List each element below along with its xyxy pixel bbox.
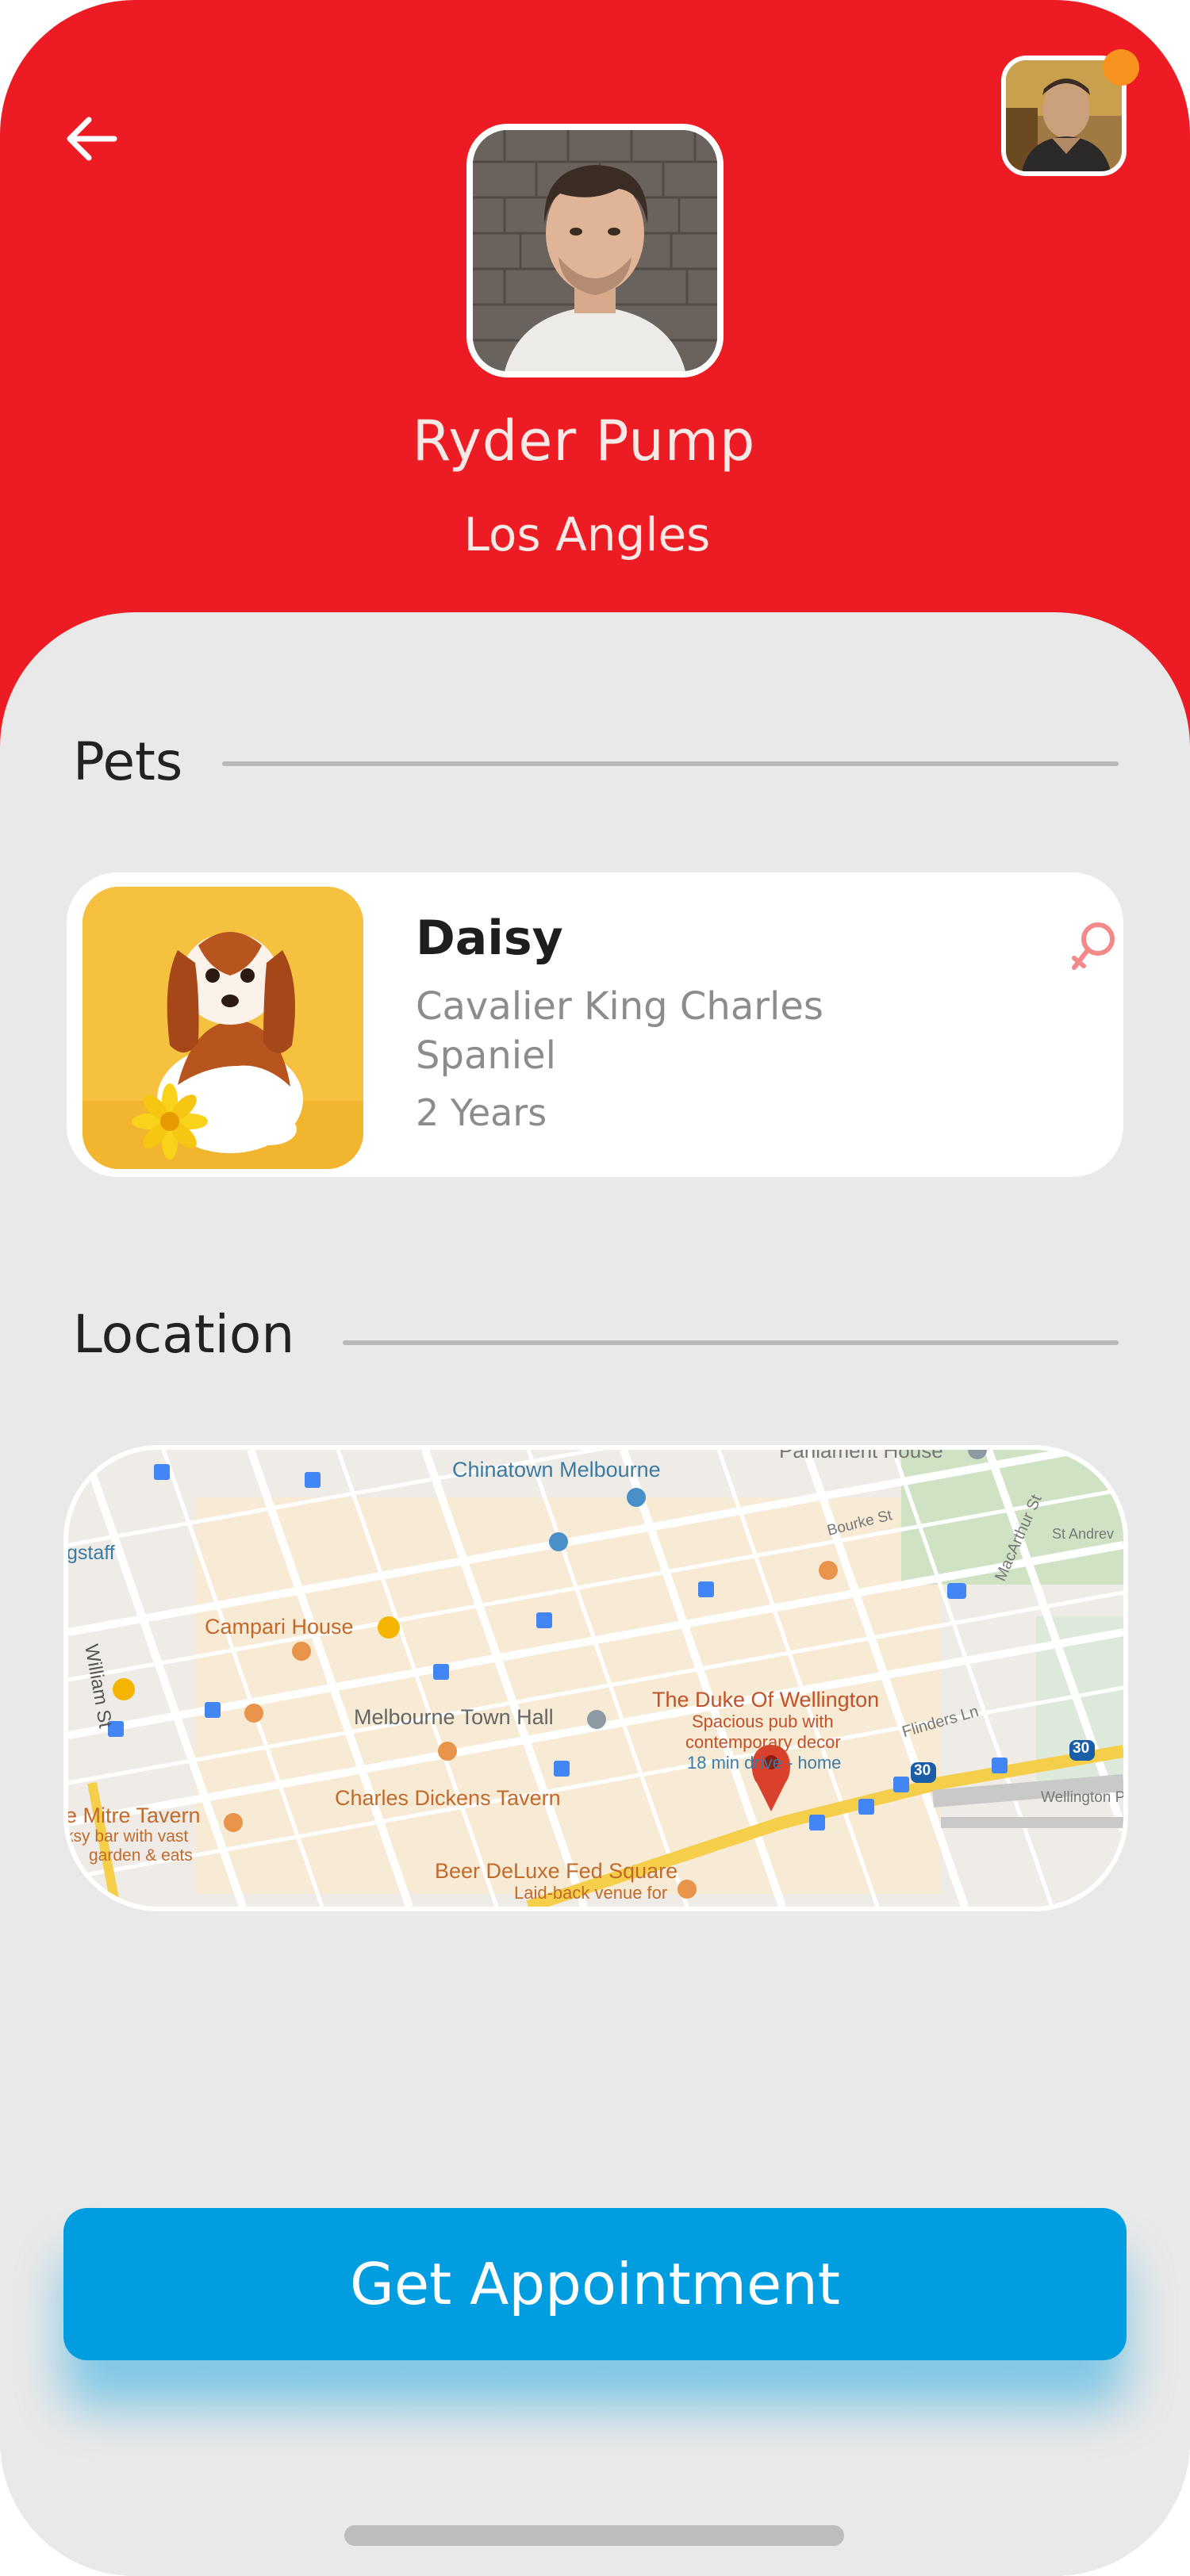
map-label: Charles Dickens Tavern (335, 1786, 561, 1810)
home-indicator (344, 2525, 844, 2546)
arrow-left-icon (67, 117, 117, 161)
pets-divider (222, 761, 1119, 766)
map-canvas (68, 1450, 1123, 1907)
map-label: Campari House (205, 1615, 354, 1639)
pet-age: 2 Years (416, 1091, 547, 1134)
map-label: Wellington P (1041, 1789, 1126, 1806)
pets-section-title: Pets (73, 731, 183, 792)
map-label: contemporary decor (685, 1732, 841, 1752)
route-shield: 30 (1073, 1740, 1090, 1757)
pet-breed: Cavalier King Charles Spaniel (416, 984, 823, 1078)
back-button[interactable] (56, 103, 127, 174)
map-label: 18 min drive - home (687, 1753, 842, 1773)
pet-photo (83, 887, 363, 1169)
status-badge (1103, 49, 1139, 86)
location-map[interactable]: Chinatown Melbourne Parliament House Bou… (63, 1445, 1128, 1911)
profile-avatar (466, 124, 724, 378)
map-label: St Andrev (1052, 1526, 1115, 1542)
get-appointment-button[interactable]: Get Appointment (63, 2208, 1127, 2360)
female-icon (1072, 922, 1115, 970)
map-label: garden & eats (89, 1846, 193, 1865)
location-divider (343, 1340, 1119, 1345)
map-label: Beer DeLuxe Fed Square (435, 1859, 678, 1883)
route-shield: 30 (914, 1762, 931, 1779)
map-label: Chinatown Melbourne (452, 1458, 661, 1482)
map-label: gstaff (67, 1542, 115, 1564)
map-label: e Mitre Tavern (65, 1804, 201, 1827)
map-label: Parliament House (779, 1445, 943, 1462)
map-label: ksy bar with vast (65, 1827, 189, 1846)
app-screen: Ryder Pump Los Angles Pets Daisy Cavalie… (0, 0, 1190, 2576)
pet-name: Daisy (416, 910, 563, 966)
map-label: Melbourne Town Hall (354, 1705, 554, 1729)
profile-name: Ryder Pump (412, 408, 756, 473)
location-section-title: Location (73, 1304, 295, 1365)
pet-card[interactable]: Daisy Cavalier King Charles Spaniel 2 Ye… (67, 872, 1123, 1177)
map-label: Laid-back venue for (514, 1883, 668, 1903)
profile-location: Los Angles (463, 508, 711, 562)
map-label: Spacious pub with (692, 1712, 834, 1731)
map-label: The Duke Of Wellington (652, 1688, 880, 1712)
